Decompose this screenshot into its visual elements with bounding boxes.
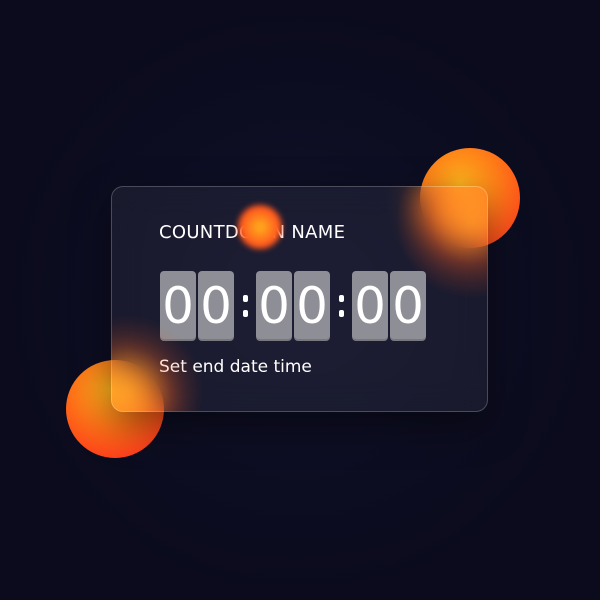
decorative-orb-small [238,205,282,249]
set-end-date-time-link[interactable]: Set end date time [159,357,312,377]
hours-tens-digit: 0 [160,271,196,341]
minutes-ones-digit: 0 [294,271,330,341]
countdown-stage: COUNTDOWN NAME 0 0 0 0 0 0 Set end date … [0,0,600,600]
seconds-ones-digit: 0 [390,271,426,341]
time-separator [234,271,256,341]
minutes-tens-digit: 0 [256,271,292,341]
hours-ones-digit: 0 [198,271,234,341]
time-separator [330,271,352,341]
seconds-tens-digit: 0 [352,271,388,341]
countdown-card: COUNTDOWN NAME 0 0 0 0 0 0 Set end date … [111,186,488,412]
countdown-timer: 0 0 0 0 0 0 [160,271,426,341]
